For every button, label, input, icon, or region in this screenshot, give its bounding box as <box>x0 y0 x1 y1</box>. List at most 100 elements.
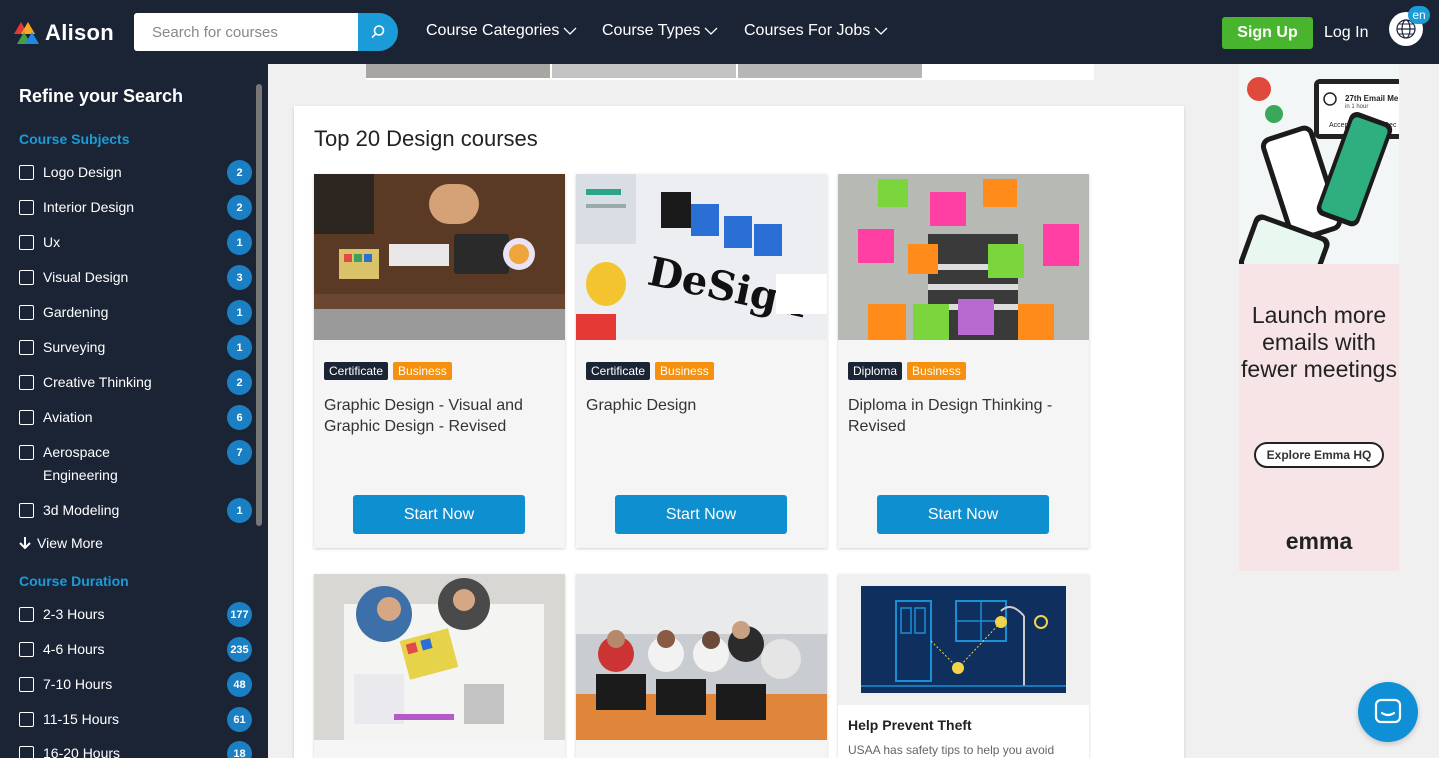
alison-logo-icon <box>14 22 39 44</box>
course-card[interactable]: Certificate Business Graphic Design - Vi… <box>314 174 565 548</box>
start-now-button[interactable]: Start Now <box>615 495 787 534</box>
count-badge: 61 <box>227 707 252 732</box>
checkbox[interactable] <box>19 200 34 215</box>
course-card[interactable] <box>314 574 565 758</box>
ad-cta-button[interactable]: Explore Emma HQ <box>1254 442 1384 468</box>
checkbox[interactable] <box>19 410 34 425</box>
checkbox[interactable] <box>19 305 34 320</box>
view-more-link[interactable]: View More <box>19 535 103 551</box>
course-type-tag: Certificate <box>324 362 389 380</box>
checkbox[interactable] <box>19 607 34 622</box>
checkbox[interactable] <box>19 746 34 758</box>
course-title[interactable]: Graphic Design <box>586 395 816 416</box>
filter-label: Logo Design <box>43 164 122 180</box>
checkbox[interactable] <box>19 677 34 692</box>
count-badge: 48 <box>227 672 252 697</box>
filter-gardening[interactable]: Gardening 1 <box>19 300 252 325</box>
subjects-heading: Course Subjects <box>19 131 130 147</box>
filter-label: Surveying <box>43 339 106 355</box>
search-input[interactable] <box>134 13 358 51</box>
filter-logo-design[interactable]: Logo Design 2 <box>19 160 252 185</box>
chevron-down-icon <box>874 27 888 35</box>
course-tags: Certificate Business <box>324 362 452 380</box>
signup-button[interactable]: Sign Up <box>1222 17 1313 49</box>
filter-16-20-hours[interactable]: 16-20 Hours 18 <box>19 741 252 758</box>
start-now-button[interactable]: Start Now <box>877 495 1049 534</box>
count-badge: 7 <box>227 440 252 465</box>
banner-image <box>552 64 736 78</box>
ad-title[interactable]: Help Prevent Theft <box>848 717 972 733</box>
filter-11-15-hours[interactable]: 11-15 Hours 61 <box>19 707 252 732</box>
search-button[interactable] <box>358 13 398 51</box>
nav-course-categories[interactable]: Course Categories <box>426 22 577 40</box>
filter-interior-design[interactable]: Interior Design 2 <box>19 195 252 220</box>
nav-course-types[interactable]: Course Types <box>602 22 718 40</box>
banner-image <box>738 64 922 78</box>
course-image[interactable] <box>314 574 565 740</box>
filter-3d-modeling[interactable]: 3d Modeling 1 <box>19 498 252 523</box>
checkbox[interactable] <box>19 235 34 250</box>
sponsored-card[interactable]: Help Prevent Theft USAA has safety tips … <box>838 574 1089 758</box>
nav-courses-for-jobs[interactable]: Courses For Jobs <box>744 22 888 40</box>
filter-label: 3d Modeling <box>43 502 120 518</box>
filter-label: Aviation <box>43 409 93 425</box>
course-image[interactable] <box>314 174 565 340</box>
count-badge: 3 <box>227 265 252 290</box>
checkbox[interactable] <box>19 270 34 285</box>
course-card[interactable]: Diploma Business Diploma in Design Think… <box>838 174 1089 548</box>
top-navbar: Alison Course Categories Course Types Co… <box>0 0 1439 64</box>
filter-surveying[interactable]: Surveying 1 <box>19 335 252 360</box>
nav-label: Courses For Jobs <box>744 22 871 39</box>
filter-ux[interactable]: Ux 1 <box>19 230 252 255</box>
course-title[interactable]: Diploma in Design Thinking - Revised <box>848 395 1078 437</box>
count-badge: 177 <box>227 602 252 627</box>
filter-visual-design[interactable]: Visual Design 3 <box>19 265 252 290</box>
filter-4-6-hours[interactable]: 4-6 Hours 235 <box>19 637 252 662</box>
course-image[interactable]: DeSign <box>576 174 827 340</box>
phone-decline: Dec <box>1384 122 1397 129</box>
filter-aerospace-engineering[interactable]: Aerospace Engineering 7 <box>19 440 252 487</box>
checkbox[interactable] <box>19 375 34 390</box>
filter-label: Gardening <box>43 304 109 320</box>
filter-2-3-hours[interactable]: 2-3 Hours 177 <box>19 602 252 627</box>
course-image[interactable] <box>576 574 827 740</box>
category-tag: Business <box>393 362 452 380</box>
checkbox[interactable] <box>19 445 34 460</box>
login-link[interactable]: Log In <box>1324 24 1368 42</box>
checkbox[interactable] <box>19 642 34 657</box>
count-badge: 6 <box>227 405 252 430</box>
course-card[interactable]: DeSign Certificate Business Graphic Desi… <box>576 174 827 548</box>
checkbox[interactable] <box>19 712 34 727</box>
start-now-button[interactable]: Start Now <box>353 495 525 534</box>
course-card[interactable] <box>576 574 827 758</box>
count-badge: 235 <box>227 637 252 662</box>
course-type-tag: Diploma <box>848 362 903 380</box>
chat-button[interactable] <box>1358 682 1418 742</box>
count-badge: 1 <box>227 230 252 255</box>
courses-panel: Top 20 Design courses Certificate Busine… <box>294 106 1184 758</box>
filter-creative-thinking[interactable]: Creative Thinking 2 <box>19 370 252 395</box>
chevron-down-icon <box>563 27 577 35</box>
sidebar-title: Refine your Search <box>19 86 184 106</box>
ad-text: USAA has safety tips to help you avoid <box>848 743 1055 757</box>
phone-text: 27th Email Me <box>1345 94 1399 103</box>
course-image[interactable] <box>838 174 1089 340</box>
filter-aviation[interactable]: Aviation 6 <box>19 405 252 430</box>
course-title[interactable]: Graphic Design - Visual and Graphic Desi… <box>324 395 554 437</box>
filter-label: Interior Design <box>43 199 135 215</box>
brand-name: Alison <box>45 20 115 45</box>
count-badge: 1 <box>227 335 252 360</box>
checkbox[interactable] <box>19 165 34 180</box>
checkbox[interactable] <box>19 340 34 355</box>
nav-label: Course Types <box>602 22 701 39</box>
language-badge: en <box>1408 6 1430 24</box>
nav-label: Course Categories <box>426 22 560 39</box>
sidebar-scrollbar[interactable] <box>256 84 262 526</box>
alison-logo[interactable]: Alison <box>14 20 114 46</box>
checkbox[interactable] <box>19 503 34 518</box>
filter-7-10-hours[interactable]: 7-10 Hours 48 <box>19 672 252 697</box>
count-badge: 2 <box>227 195 252 220</box>
duration-heading: Course Duration <box>19 573 129 589</box>
sidebar-advertisement[interactable]: 27th Email Me in 1 hour Accept Dec Launc… <box>1239 64 1399 571</box>
banner-image <box>366 64 550 78</box>
